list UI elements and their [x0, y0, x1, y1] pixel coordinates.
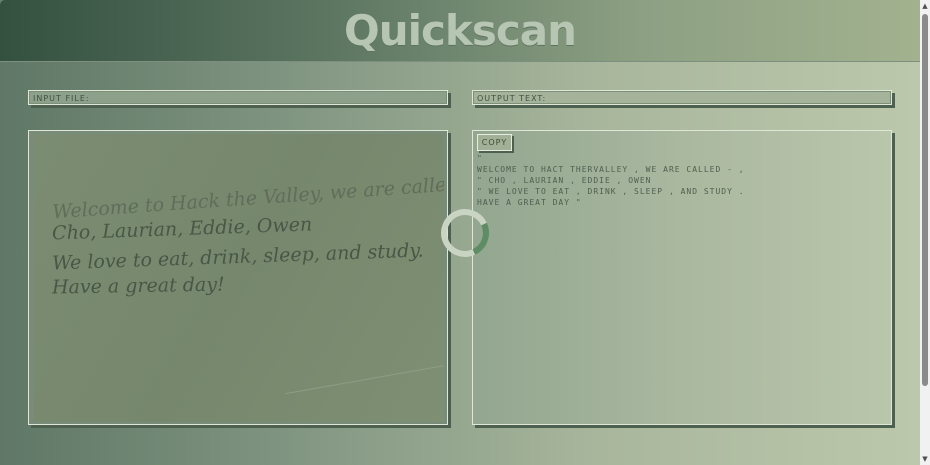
quickscan-logo[interactable]: Quickscan — [0, 4, 920, 58]
scroll-down-arrow-icon[interactable]: ▼ — [920, 454, 930, 464]
handwriting-line-3: We love to eat, drink, sleep, and study. — [51, 239, 424, 275]
scrollbar-thumb[interactable] — [922, 14, 928, 386]
browser-viewport: Quickscan INPUT FILE: OUTPUT TEXT: Welco… — [0, 0, 930, 465]
ocr-output-text[interactable]: " WELCOME TO HACT THERVALLEY , WE ARE CA… — [477, 153, 882, 208]
output-text-field: OUTPUT TEXT: — [472, 90, 892, 105]
output-text-label: OUTPUT TEXT: — [477, 94, 547, 103]
copy-button[interactable]: COPY — [477, 134, 512, 151]
quickscan-page: Quickscan INPUT FILE: OUTPUT TEXT: Welco… — [0, 0, 920, 465]
handwriting-line-4: Have a great day! — [51, 273, 225, 299]
input-file-label: INPUT FILE: — [33, 94, 90, 103]
scanned-handwriting-image: Welcome to Hack the Valley, we are calle… — [34, 134, 444, 422]
vertical-scrollbar[interactable]: ▲ ▼ — [920, 0, 930, 465]
app-header: Quickscan — [0, 0, 920, 62]
scroll-up-arrow-icon[interactable]: ▲ — [920, 1, 930, 11]
input-image-panel[interactable]: Welcome to Hack the Valley, we are calle… — [28, 130, 448, 425]
input-file-field[interactable]: INPUT FILE: — [28, 90, 448, 105]
paper-crease — [285, 354, 444, 395]
output-text-panel: COPY " WELCOME TO HACT THERVALLEY , WE A… — [472, 130, 892, 425]
